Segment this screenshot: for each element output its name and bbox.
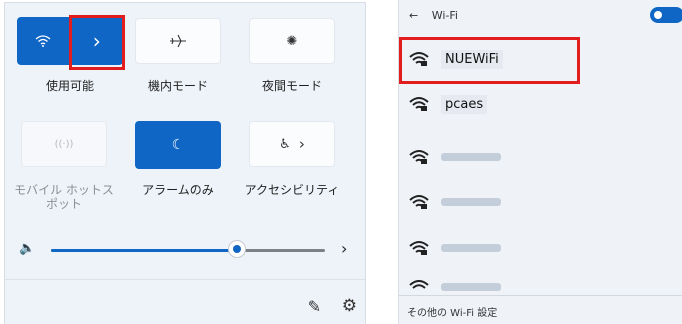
wifi-toggle-switch[interactable] xyxy=(650,7,682,23)
wifi-secured-icon xyxy=(409,280,429,289)
network-item[interactable]: NUEWiFi xyxy=(409,47,599,71)
volume-slider-fill xyxy=(51,249,237,252)
quick-settings-panel: › 使用可能 機内モード ✺ 夜間モード ((·)) モバイル ホットスポット … xyxy=(4,2,366,324)
accessibility-label: アクセシビリティ xyxy=(244,183,340,197)
network-name-blurred xyxy=(441,244,501,252)
wifi-secured-icon xyxy=(409,97,429,111)
wifi-icon xyxy=(35,35,51,47)
wifi-secured-icon xyxy=(409,52,429,66)
mobile-hotspot-label: モバイル ホットスポット xyxy=(14,183,114,211)
wifi-secured-icon xyxy=(409,241,429,255)
network-name-blurred xyxy=(441,198,501,206)
more-wifi-settings-link[interactable]: その他の Wi-Fi 設定 xyxy=(407,304,497,319)
wifi-secured-icon xyxy=(409,195,429,209)
back-arrow-icon[interactable]: ← xyxy=(409,9,418,22)
night-light-tile[interactable]: ✺ xyxy=(249,18,335,64)
network-name: NUEWiFi xyxy=(441,49,503,69)
wifi-panel-footer: その他の Wi-Fi 設定 xyxy=(399,295,682,324)
wifi-panel-title: Wi-Fi xyxy=(431,9,458,22)
wifi-toggle[interactable] xyxy=(17,17,70,65)
accessibility-tile[interactable]: ♿ › xyxy=(249,121,335,167)
quick-settings-footer: ✎ ⚙ xyxy=(5,279,365,324)
network-item[interactable]: pcaes xyxy=(409,92,599,116)
moon-icon: ☾ xyxy=(171,137,185,153)
edit-icon[interactable]: ✎ xyxy=(308,297,321,316)
network-name-blurred xyxy=(441,153,501,161)
gear-icon[interactable]: ⚙ xyxy=(342,296,357,316)
wifi-network-panel: ← Wi-Fi NUEWiFi pcaes その他の Wi-Fi 設定 xyxy=(398,0,682,324)
chevron-right-icon: › xyxy=(298,135,305,153)
volume-slider-thumb[interactable] xyxy=(229,241,245,257)
night-light-label: 夜間モード xyxy=(261,79,322,93)
wifi-secured-icon xyxy=(409,150,429,164)
network-item[interactable] xyxy=(409,190,599,214)
network-item[interactable] xyxy=(409,236,599,260)
network-name: pcaes xyxy=(441,94,488,114)
network-item[interactable] xyxy=(409,280,599,294)
accessibility-icon: ♿ xyxy=(279,136,291,152)
speaker-icon[interactable]: 🔈 xyxy=(19,241,35,256)
mobile-hotspot-tile[interactable]: ((·)) xyxy=(21,121,107,167)
network-name-blurred xyxy=(441,283,501,291)
hotspot-icon: ((·)) xyxy=(54,138,74,150)
volume-slider-track[interactable] xyxy=(51,249,325,252)
chevron-right-icon[interactable]: › xyxy=(341,239,347,258)
airplane-icon xyxy=(170,34,186,48)
airplane-mode-tile[interactable] xyxy=(135,18,221,64)
alarms-only-tile[interactable]: ☾ xyxy=(135,121,221,169)
wifi-label: 使用可能 xyxy=(45,79,94,93)
wifi-panel-header: ← Wi-Fi xyxy=(409,9,458,22)
brightness-icon: ✺ xyxy=(286,33,298,49)
alarms-only-label: アラームのみ xyxy=(142,183,214,197)
network-item[interactable] xyxy=(409,145,599,169)
annotation-highlight-box xyxy=(69,15,125,70)
airplane-mode-label: 機内モード xyxy=(147,79,208,93)
